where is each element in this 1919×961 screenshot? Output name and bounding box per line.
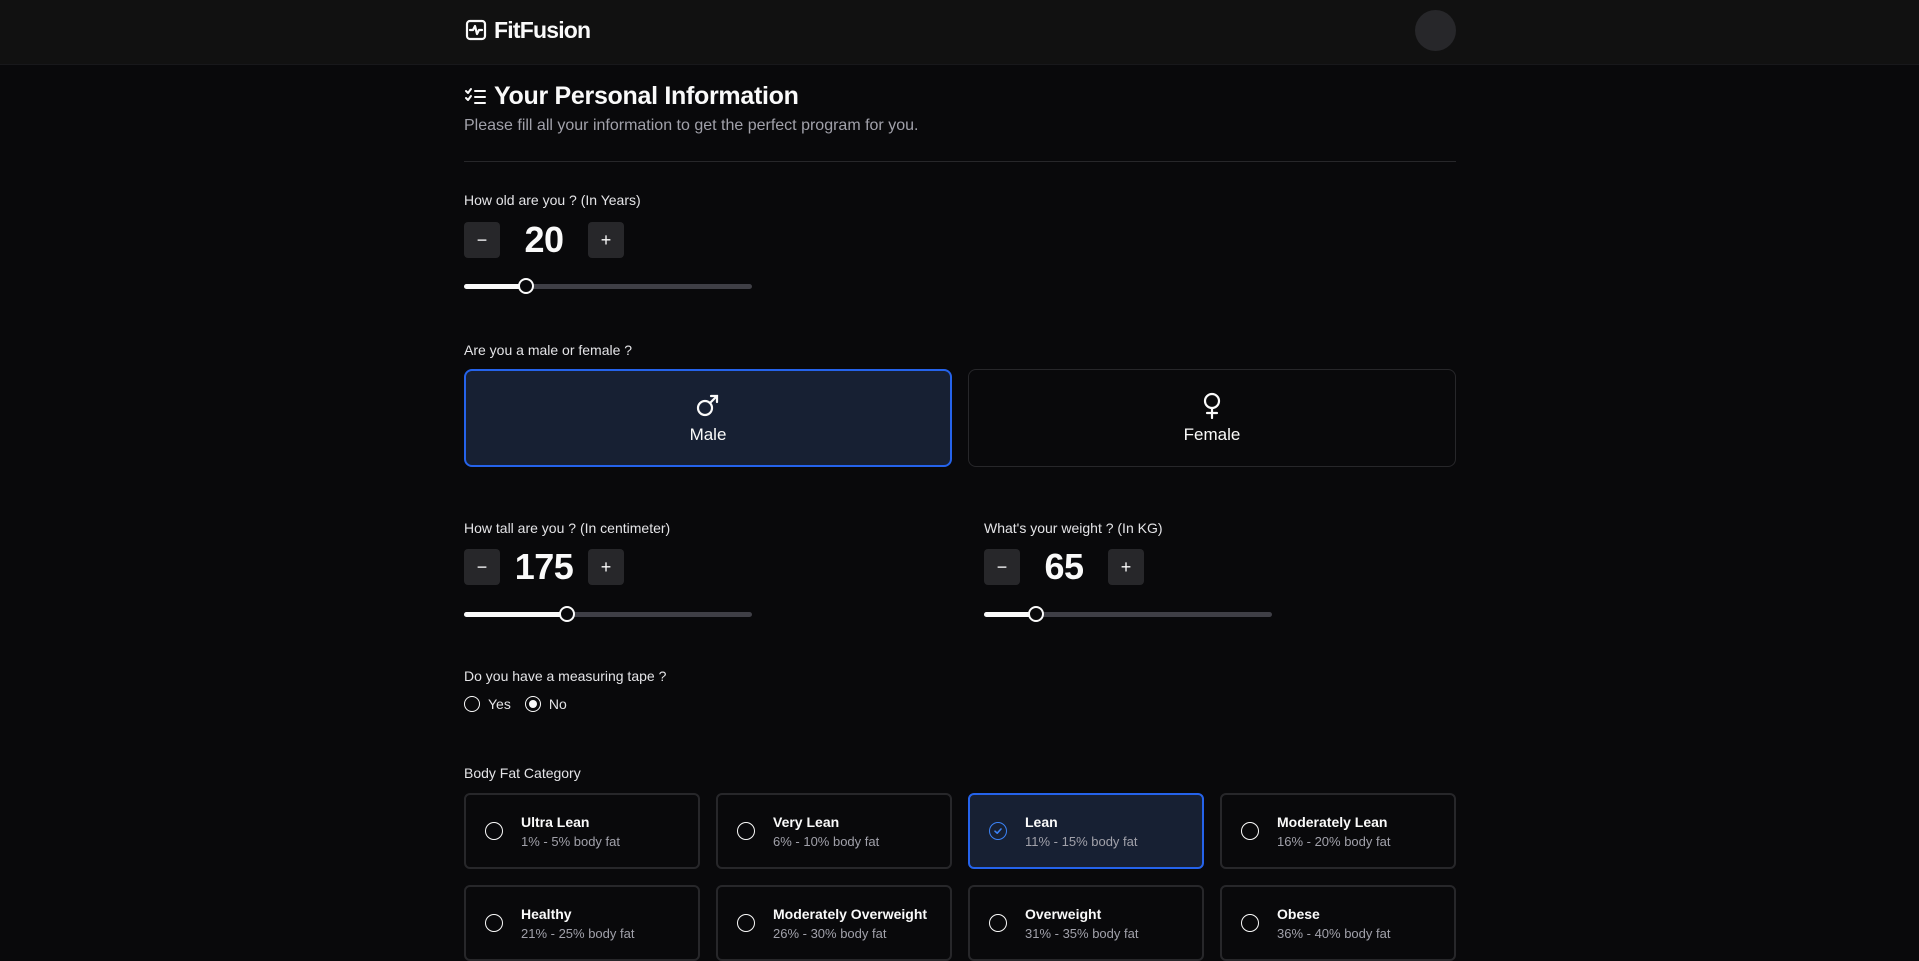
age-label: How old are you ? (In Years) xyxy=(464,192,641,208)
radio-button[interactable] xyxy=(989,914,1007,932)
gender-option-label: Female xyxy=(1183,425,1241,444)
radio-button[interactable] xyxy=(464,696,480,712)
activity-pulse-icon xyxy=(465,19,487,41)
radio-button[interactable] xyxy=(1241,914,1259,932)
weight-value: 65 xyxy=(1044,546,1084,587)
height-increment-button[interactable]: + xyxy=(588,549,624,585)
tape-option-no[interactable]: No xyxy=(524,696,567,712)
top-navbar: FitFusion xyxy=(0,0,1919,65)
body-fat-name: Very Lean xyxy=(773,813,840,830)
weight-slider[interactable] xyxy=(984,606,1272,622)
radio-button[interactable] xyxy=(485,914,503,932)
body-fat-name: Obese xyxy=(1277,905,1320,922)
brand-name: FitFusion xyxy=(494,16,591,43)
page-subtitle: Please fill all your information to get … xyxy=(464,117,919,134)
body-fat-option-obese[interactable]: Obese 36% - 40% body fat xyxy=(1220,885,1456,961)
user-avatar[interactable] xyxy=(1415,10,1456,51)
body-fat-options: Ultra Lean 1% - 5% body fat Very Lean 6%… xyxy=(464,793,1456,961)
body-fat-name: Moderately Overweight xyxy=(773,905,928,922)
tape-option-yes[interactable]: Yes xyxy=(464,696,511,712)
male-symbol-icon xyxy=(696,394,719,417)
radio-button[interactable] xyxy=(485,822,503,840)
body-fat-range: 31% - 35% body fat xyxy=(1025,925,1139,941)
age-slider[interactable] xyxy=(464,278,752,294)
body-fat-name: Overweight xyxy=(1025,905,1102,922)
body-fat-label: Body Fat Category xyxy=(464,765,581,781)
check-icon xyxy=(994,828,1002,834)
age-increment-button[interactable]: + xyxy=(588,222,624,258)
slider-fill xyxy=(464,284,526,289)
body-fat-range: 11% - 15% body fat xyxy=(1025,833,1138,849)
radio-button[interactable] xyxy=(1241,822,1259,840)
body-fat-option-moderately-overweight[interactable]: Moderately Overweight 26% - 30% body fat xyxy=(716,885,952,961)
tape-radio-group: Yes No xyxy=(464,696,567,712)
page-header: Your Personal Information xyxy=(464,82,799,111)
weight-increment-button[interactable]: + xyxy=(1108,549,1144,585)
age-stepper: − 20 + xyxy=(464,219,624,260)
female-symbol-icon xyxy=(1203,392,1221,419)
height-decrement-button[interactable]: − xyxy=(464,549,500,585)
body-fat-range: 1% - 5% body fat xyxy=(521,833,620,849)
slider-thumb[interactable] xyxy=(518,278,534,294)
page-title: Your Personal Information xyxy=(494,82,799,110)
radio-label: No xyxy=(548,696,567,712)
body-fat-range: 21% - 25% body fat xyxy=(521,925,635,941)
radio-button[interactable] xyxy=(524,696,541,712)
body-fat-option-healthy[interactable]: Healthy 21% - 25% body fat xyxy=(464,885,700,961)
body-fat-option-moderately-lean[interactable]: Moderately Lean 16% - 20% body fat xyxy=(1220,793,1456,869)
divider xyxy=(464,161,1456,162)
body-fat-option-ultra-lean[interactable]: Ultra Lean 1% - 5% body fat xyxy=(464,793,700,869)
body-fat-option-very-lean[interactable]: Very Lean 6% - 10% body fat xyxy=(716,793,952,869)
body-fat-name: Lean xyxy=(1025,813,1058,830)
radio-button[interactable] xyxy=(737,914,755,932)
radio-button[interactable] xyxy=(737,822,755,840)
weight-label: What's your weight ? (In KG) xyxy=(984,520,1163,536)
gender-option-female[interactable]: Female xyxy=(968,369,1456,467)
radio-label: Yes xyxy=(488,696,511,712)
gender-label: Are you a male or female ? xyxy=(464,342,633,358)
weight-stepper: − 65 + xyxy=(984,546,1144,587)
weight-decrement-button[interactable]: − xyxy=(984,549,1020,585)
height-value: 175 xyxy=(514,546,574,587)
slider-fill xyxy=(464,612,567,617)
body-fat-range: 16% - 20% body fat xyxy=(1277,833,1391,849)
slider-thumb[interactable] xyxy=(1028,606,1044,622)
body-fat-option-overweight[interactable]: Overweight 31% - 35% body fat xyxy=(968,885,1204,961)
slider-thumb[interactable] xyxy=(559,606,575,622)
body-fat-name: Ultra Lean xyxy=(521,813,590,830)
height-label: How tall are you ? (In centimeter) xyxy=(464,520,671,536)
brand-logo[interactable]: FitFusion xyxy=(464,15,591,45)
radio-button[interactable] xyxy=(989,822,1007,840)
checklist-icon xyxy=(465,87,486,104)
gender-option-label: Male xyxy=(689,425,727,444)
body-fat-range: 26% - 30% body fat xyxy=(773,925,887,941)
tape-label: Do you have a measuring tape ? xyxy=(464,668,667,684)
age-decrement-button[interactable]: − xyxy=(464,222,500,258)
body-fat-option-lean[interactable]: Lean 11% - 15% body fat xyxy=(968,793,1204,869)
body-fat-name: Moderately Lean xyxy=(1277,813,1388,830)
height-slider[interactable] xyxy=(464,606,752,622)
body-fat-range: 36% - 40% body fat xyxy=(1277,925,1391,941)
age-value: 20 xyxy=(524,219,564,260)
body-fat-name: Healthy xyxy=(521,905,572,922)
body-fat-range: 6% - 10% body fat xyxy=(773,833,880,849)
height-stepper: − 175 + xyxy=(464,546,624,587)
gender-option-male[interactable]: Male xyxy=(464,369,952,467)
